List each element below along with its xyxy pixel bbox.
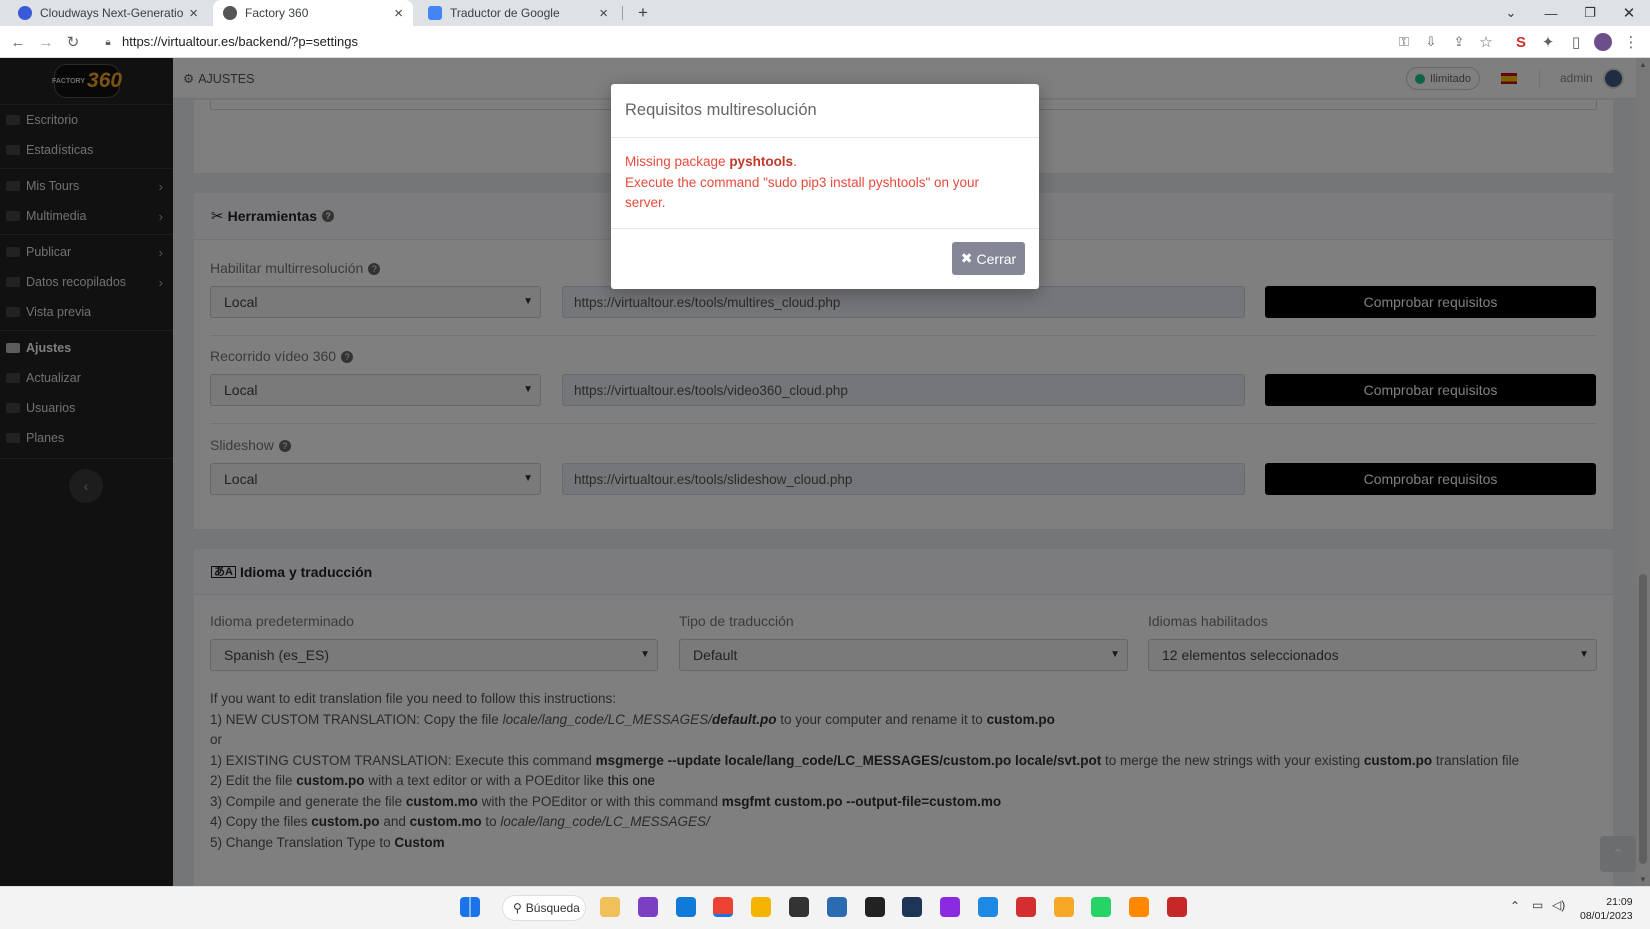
modal-header-divider	[611, 137, 1039, 138]
google-translate-favicon-icon	[428, 6, 442, 20]
browser-tab-active[interactable]: Factory 360 ×	[213, 0, 413, 26]
minimize-icon[interactable]: —	[1532, 0, 1570, 26]
taskbar-app-icon[interactable]	[1091, 897, 1112, 917]
search-icon: ⚲	[513, 901, 522, 915]
close-window-icon[interactable]: ✕	[1610, 0, 1648, 26]
taskbar-app-icon[interactable]	[940, 897, 961, 917]
volume-icon[interactable]: ◁)	[1552, 898, 1565, 912]
back-icon[interactable]: ←	[7, 31, 29, 53]
tab-divider	[622, 6, 623, 20]
taskbar-app-icon[interactable]	[600, 897, 620, 917]
taskbar-app-icon[interactable]	[902, 897, 923, 917]
show-hidden-icons-icon[interactable]: ⌃	[1510, 899, 1520, 913]
new-tab-button[interactable]: +	[630, 0, 656, 26]
taskbar-search[interactable]: ⚲ Búsqueda	[502, 895, 586, 921]
taskbar-app-icon[interactable]	[1167, 897, 1187, 917]
network-icon[interactable]: ▭	[1532, 898, 1543, 912]
close-tab-icon[interactable]: ×	[189, 5, 198, 22]
taskbar-clock[interactable]: 21:09 08/01/2023	[1580, 895, 1633, 923]
taskbar-app-icon[interactable]	[1129, 897, 1150, 917]
taskbar-app-icon[interactable]	[1015, 897, 1036, 917]
taskbar-app-icon[interactable]	[713, 897, 734, 917]
browser-menu-icon[interactable]: ⋮	[1620, 31, 1642, 53]
extension-s-icon[interactable]: S	[1510, 31, 1532, 53]
modal-footer-divider	[611, 228, 1039, 229]
taskbar-app-icon[interactable]	[675, 897, 696, 917]
restore-icon[interactable]: ❐	[1571, 0, 1609, 26]
tab-title: Traductor de Google	[450, 6, 560, 20]
close-tab-icon[interactable]: ×	[599, 5, 608, 22]
forward-icon[interactable]: →	[35, 31, 57, 53]
taskbar-app-icon[interactable]	[978, 897, 998, 917]
modal-title: Requisitos multiresolución	[625, 101, 817, 119]
taskbar-app-icon[interactable]	[826, 897, 847, 917]
modal-message: Missing package pyshtools. Execute the c…	[625, 154, 980, 211]
lock-icon[interactable]: 🔒︎	[97, 31, 119, 53]
browser-tab[interactable]: Traductor de Google ×	[418, 0, 618, 26]
install-command-text: Execute the command "sudo pip3 install p…	[625, 174, 980, 211]
bookmark-star-icon[interactable]: ☆	[1475, 31, 1497, 53]
key-icon[interactable]: ⚿	[1393, 31, 1415, 53]
close-tab-icon[interactable]: ×	[394, 5, 403, 22]
requirements-modal: Requisitos multiresolución Missing packa…	[611, 84, 1039, 289]
close-icon: ✖	[960, 250, 973, 266]
os-taskbar: ⚲ Búsqueda ⌃ ▭ ◁) 21:09 08/01/2023	[0, 886, 1650, 929]
extensions-puzzle-icon[interactable]: ✦	[1537, 31, 1559, 53]
close-modal-button[interactable]: ✖ Cerrar	[952, 242, 1025, 275]
tab-title: Factory 360	[245, 6, 309, 20]
package-name: pyshtools	[729, 154, 794, 169]
factory360-favicon-icon	[223, 6, 237, 20]
taskbar-app-icon[interactable]	[1053, 897, 1074, 917]
taskbar-app-icon[interactable]	[751, 897, 772, 917]
taskbar-app-icon[interactable]	[789, 897, 809, 917]
browser-toolbar: ← → ↻ 🔒︎ https://virtualtour.es/backend/…	[0, 26, 1650, 58]
side-panel-icon[interactable]: ▯	[1565, 31, 1587, 53]
share-icon[interactable]: ⇪	[1448, 31, 1470, 53]
browser-tab[interactable]: Cloudways Next-Generation Clou ×	[8, 0, 208, 26]
tab-title: Cloudways Next-Generation Clou	[40, 6, 184, 20]
install-app-icon[interactable]: ⇩	[1420, 31, 1442, 53]
profile-avatar-icon[interactable]	[1592, 31, 1614, 53]
browser-tab-strip: Cloudways Next-Generation Clou × Factory…	[0, 0, 1650, 26]
reload-icon[interactable]: ↻	[62, 31, 84, 53]
taskbar-app-icon[interactable]	[864, 897, 885, 917]
tab-search-icon[interactable]: ⌄	[1492, 0, 1530, 26]
address-bar[interactable]: https://virtualtour.es/backend/?p=settin…	[122, 34, 358, 49]
windows-start-icon[interactable]	[460, 897, 480, 917]
cloudways-favicon-icon	[18, 6, 32, 20]
taskbar-app-icon[interactable]	[637, 897, 658, 917]
